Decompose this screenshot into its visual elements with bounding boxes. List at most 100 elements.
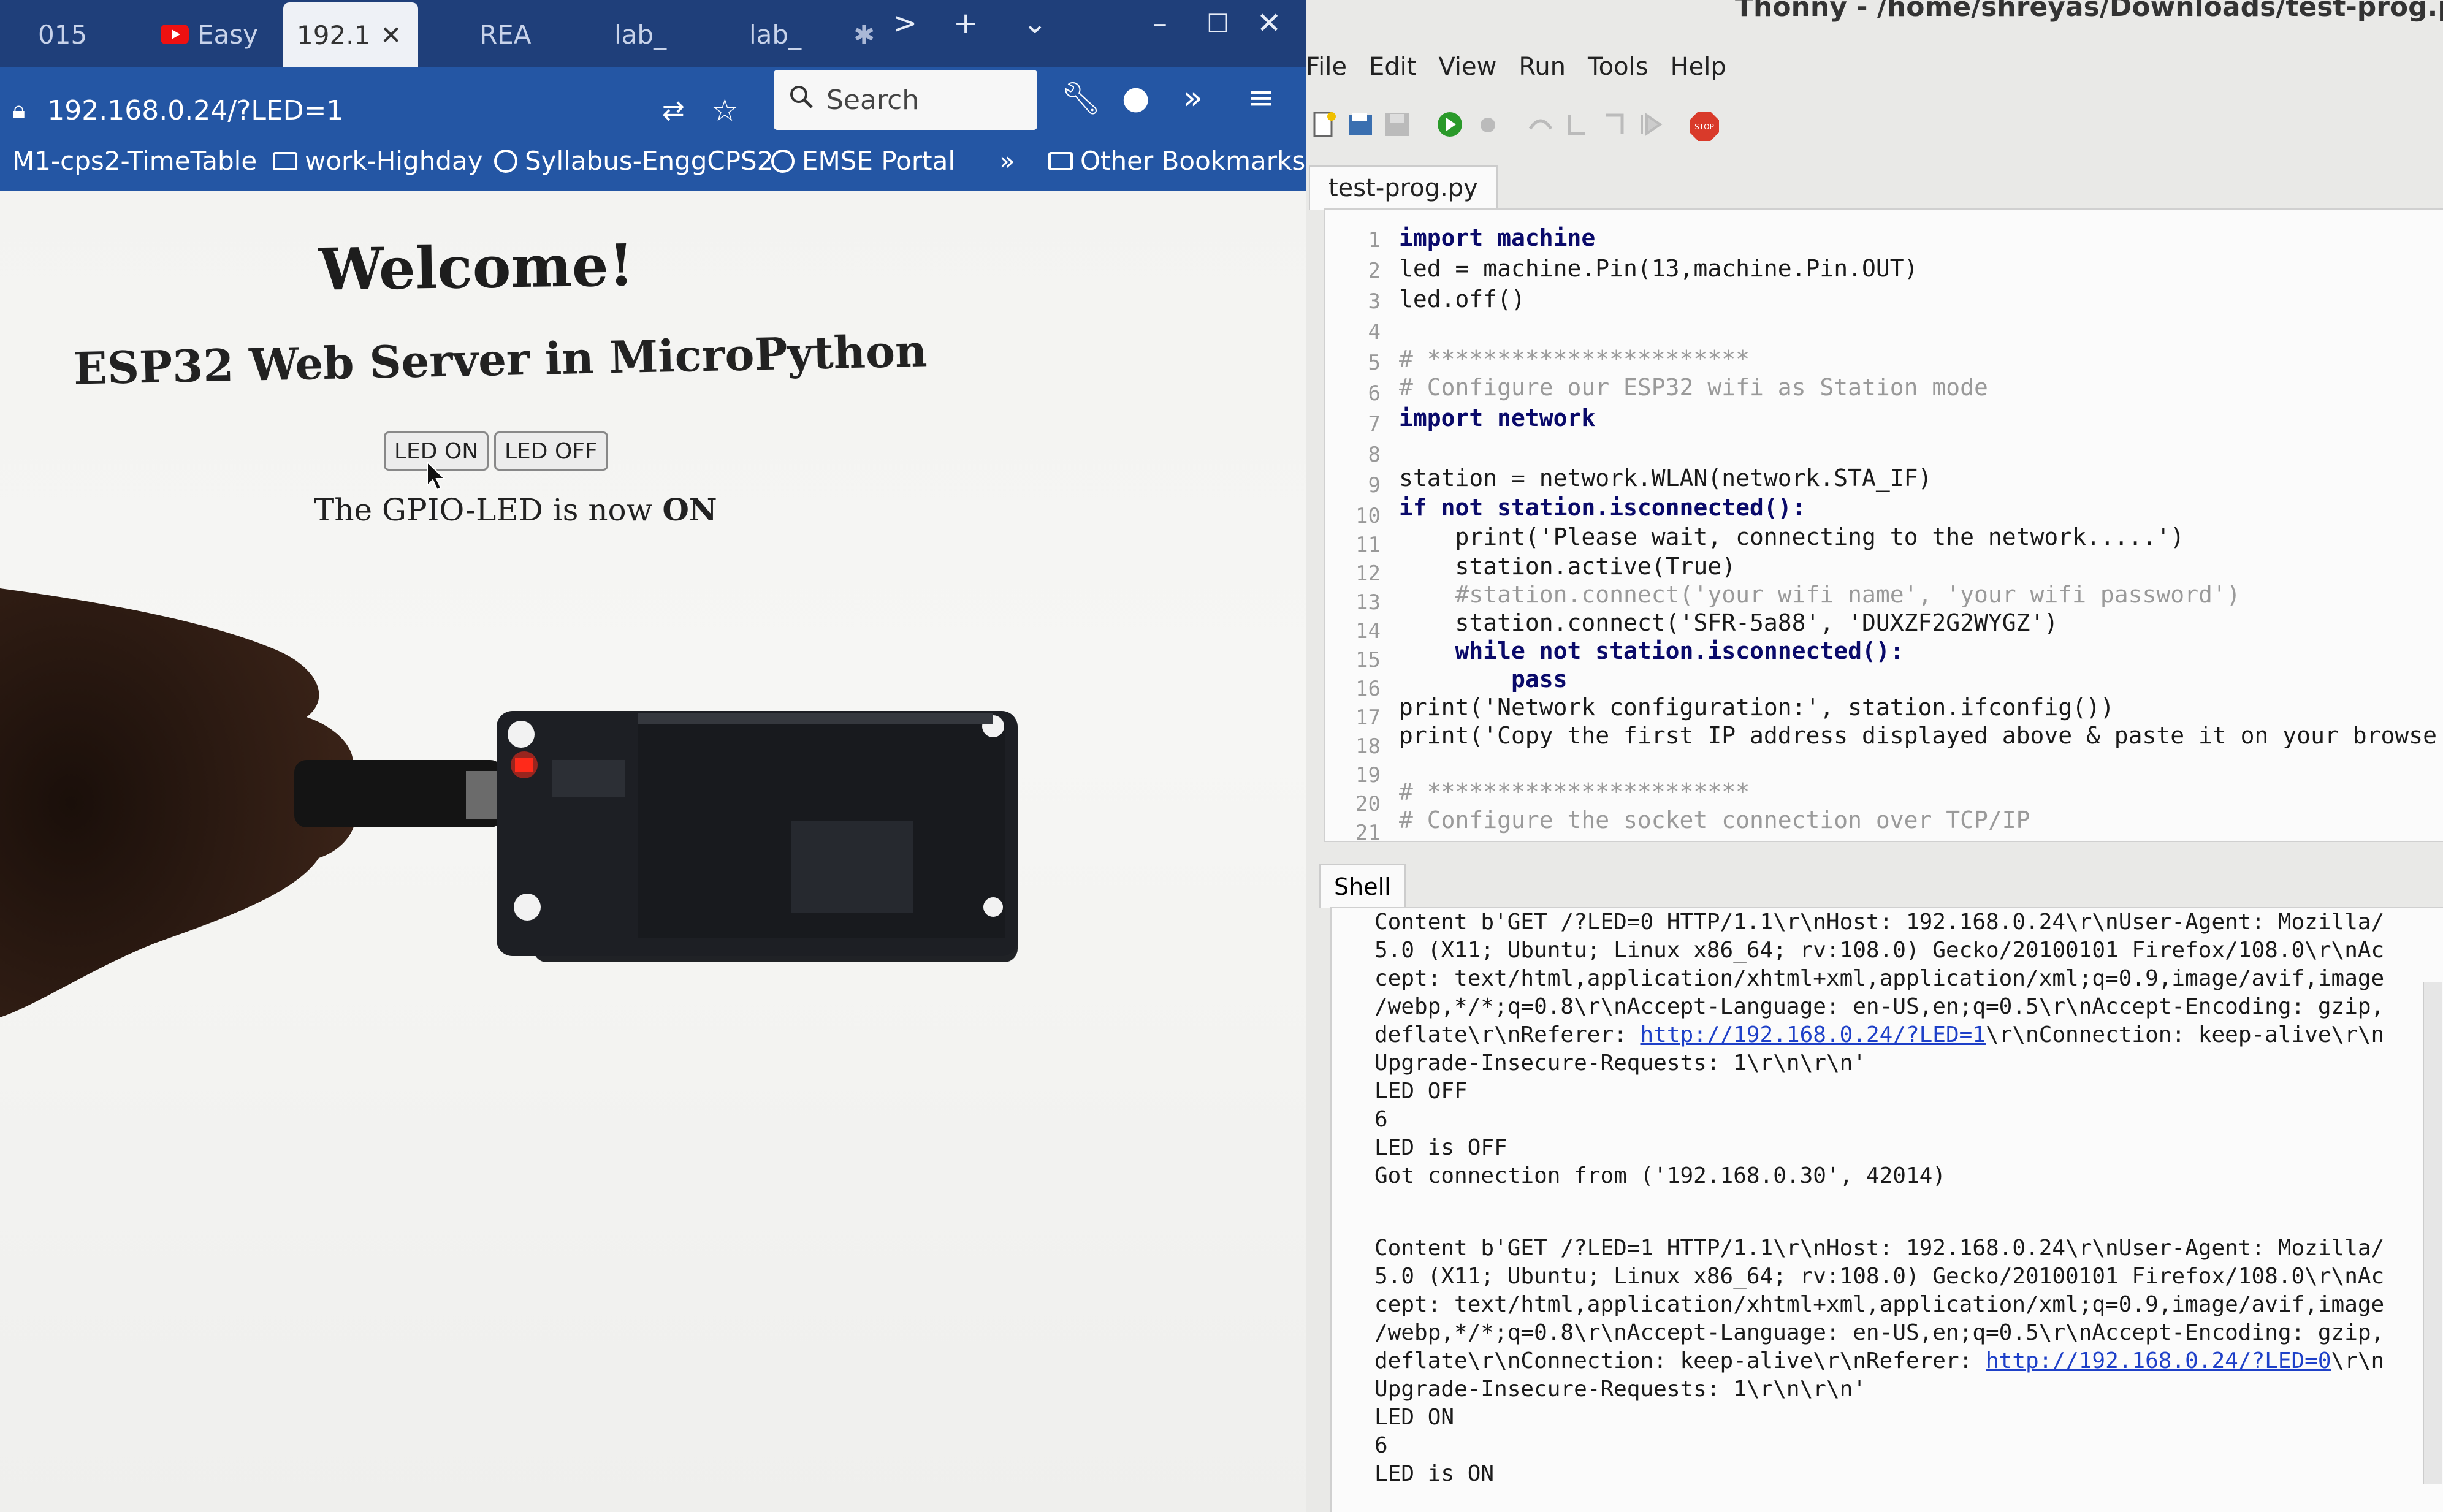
tabs-scroll-icon[interactable]: > (893, 6, 917, 40)
save-file-icon[interactable] (1383, 110, 1411, 139)
led-status: The GPIO-LED is now ON (314, 492, 717, 528)
lock-icon: 🔒︎ (12, 96, 26, 124)
code-line: print('Please wait, connecting to the ne… (1399, 523, 2185, 550)
line-number: 2 (1368, 259, 1381, 283)
run-icon[interactable] (1436, 110, 1464, 139)
bookmark-label: EMSE Portal (802, 146, 955, 176)
tab-shell[interactable]: Shell (1319, 864, 1406, 908)
menu-bar: File Edit View Run Tools Help (1306, 53, 1748, 87)
tab-label: 192.1 (297, 20, 371, 50)
step-over-icon[interactable] (1526, 110, 1555, 139)
line-number: 13 (1355, 590, 1381, 615)
translate-icon[interactable]: ⇄ (662, 95, 685, 126)
line-number: 20 (1355, 792, 1381, 816)
shell-line: cept: text/html,application/xhtml+xml,ap… (1374, 1292, 2385, 1317)
tab-5[interactable]: lab_ (601, 5, 680, 64)
menu-help[interactable]: Help (1671, 53, 1726, 87)
menu-view[interactable]: View (1438, 53, 1496, 87)
globe-icon (494, 149, 517, 173)
shell-line: LED OFF (1374, 1079, 1468, 1104)
bookmark-item[interactable]: Other Bookmarks (1048, 146, 1305, 176)
bookmark-item[interactable]: work-Highday (273, 146, 483, 176)
line-number: 14 (1355, 619, 1381, 644)
led-off-button[interactable]: LED OFF (494, 431, 608, 471)
close-window-icon[interactable]: ✕ (1257, 6, 1281, 40)
hand-holding-esp32-board (0, 588, 1018, 1017)
overflow-icon[interactable]: » (1183, 80, 1203, 116)
referer-link[interactable]: http://192.168.0.24/?LED=0 (1986, 1348, 2331, 1373)
menu-run[interactable]: Run (1519, 53, 1566, 87)
tab-bar: 015 Easy 192.1 ✕ REA lab_ lab_ ✱ > + ⌄ – … (0, 0, 1306, 67)
shell-scrollbar[interactable] (2423, 982, 2442, 1484)
bookmarks-overflow-icon[interactable]: » (999, 146, 1015, 176)
open-file-icon[interactable] (1346, 110, 1374, 139)
step-out-icon[interactable] (1600, 110, 1628, 139)
tab-active[interactable]: 192.1 ✕ (283, 2, 418, 67)
referer-link[interactable]: http://192.168.0.24/?LED=1 (1640, 1022, 1986, 1047)
new-tab-icon[interactable]: + (953, 6, 978, 40)
bookmark-star-icon[interactable]: ☆ (711, 93, 739, 128)
page-subtitle: ESP32 Web Server in MicroPython (73, 324, 928, 395)
search-input[interactable]: Search (774, 70, 1037, 130)
new-file-icon[interactable] (1309, 110, 1338, 139)
shell-line: deflate\r\nConnection: keep-alive\r\nRef… (1374, 1348, 2384, 1373)
close-tab-icon[interactable]: ✕ (380, 20, 402, 50)
status-value: ON (662, 492, 717, 528)
shell-line: Upgrade-Insecure-Requests: 1\r\n\r\n' (1374, 1377, 1866, 1402)
bookmark-item[interactable]: Syllabus-EnggCPS2 (494, 146, 773, 176)
menu-icon[interactable]: ≡ (1248, 80, 1275, 116)
account-icon[interactable]: ● (1122, 80, 1149, 116)
shell-line: /webp,*/*;q=0.8\r\nAccept-Language: en-U… (1374, 994, 2385, 1019)
tab-label: 015 (38, 19, 88, 50)
bookmark-label: Syllabus-EnggCPS2 (525, 146, 774, 176)
menu-file[interactable]: File (1306, 53, 1347, 87)
tab-4[interactable]: REA (466, 5, 544, 64)
code-line: # Configure the socket connection over T… (1399, 807, 2030, 834)
code-line: while not station.isconnected(): (1399, 637, 1904, 664)
minimize-icon[interactable]: – (1153, 6, 1167, 40)
bookmark-item[interactable]: EMSE Portal (771, 146, 955, 176)
code-editor[interactable]: 1 2 3 4 5 6 7 8 9 10 11 12 13 14 15 16 1… (1324, 208, 2443, 842)
debug-icon[interactable] (1474, 110, 1502, 139)
line-number: 3 (1368, 289, 1381, 314)
line-number: 15 (1355, 648, 1381, 672)
tab-2[interactable]: Easy (147, 5, 272, 64)
tab-test-prog[interactable]: test-prog.py (1309, 165, 1498, 210)
search-placeholder: Search (826, 84, 920, 116)
shell-line: Content b'GET /?LED=1 HTTP/1.1\r\nHost: … (1374, 1236, 2385, 1261)
code-line: led.off() (1399, 286, 1525, 313)
line-number: 1 (1368, 228, 1381, 253)
bookmark-label: Other Bookmarks (1080, 146, 1306, 176)
tab-6[interactable]: lab_ (736, 5, 815, 64)
code-line: # Configure our ESP32 wifi as Station mo… (1399, 374, 1988, 401)
line-number: 16 (1355, 677, 1381, 701)
shell-console[interactable]: Content b'GET /?LED=0 HTTP/1.1\r\nHost: … (1330, 907, 2443, 1512)
tab-1[interactable]: 015 (25, 5, 101, 64)
line-number: 7 (1368, 412, 1381, 436)
search-icon (788, 84, 814, 116)
url-bar[interactable]: 🔒︎ 192.168.0.24/?LED=1 ⇄ ☆ (0, 81, 753, 140)
menu-tools[interactable]: Tools (1588, 53, 1648, 87)
code-line: #station.connect('your wifi name', 'your… (1399, 581, 2241, 608)
menu-edit[interactable]: Edit (1369, 53, 1416, 87)
bookmark-item[interactable]: M1-cps2-TimeTable (12, 146, 257, 176)
shell-line: /webp,*/*;q=0.8\r\nAccept-Language: en-U… (1374, 1320, 2385, 1345)
shell-line: deflate\r\nReferer: http://192.168.0.24/… (1374, 1022, 2384, 1047)
wrench-icon[interactable]: 🔧︎ (1061, 80, 1101, 117)
step-into-icon[interactable] (1563, 110, 1591, 139)
thonny-ide-window: Thonny - /home/shreyas/Downloads/test-pr… (1306, 0, 2443, 1512)
line-number: 10 (1355, 504, 1381, 528)
resume-icon[interactable] (1637, 110, 1665, 139)
line-number: 21 (1355, 821, 1381, 842)
stop-icon[interactable]: STOP (1688, 110, 1720, 142)
tab-label: lab_ (614, 19, 667, 50)
shell-line: LED is OFF (1374, 1135, 1507, 1160)
code-line: station.active(True) (1399, 553, 1736, 580)
maximize-icon[interactable]: ☐ (1206, 9, 1230, 39)
code-line: station.connect('SFR-5a88', 'DUXZF2G2WYG… (1399, 609, 2059, 636)
line-number: 17 (1355, 705, 1381, 730)
extension-icon[interactable]: ✱ (840, 5, 888, 64)
tab-list-icon[interactable]: ⌄ (1023, 6, 1047, 40)
shell-text: \r\nConnection: keep-alive\r\n (1986, 1022, 2385, 1047)
code-line: if not station.isconnected(): (1399, 494, 1806, 521)
